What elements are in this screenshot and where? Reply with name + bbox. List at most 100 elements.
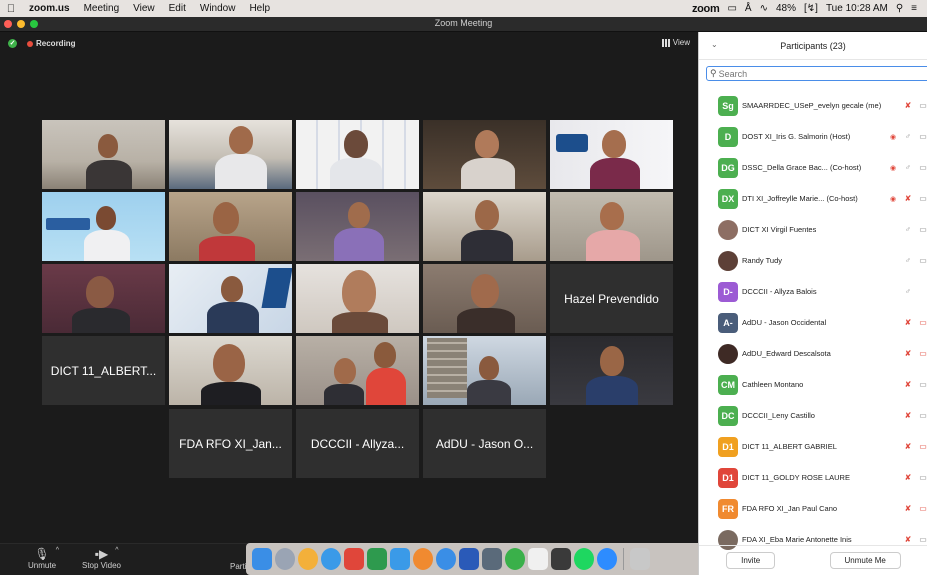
- launcher-icon[interactable]: [390, 548, 410, 570]
- menu-edit[interactable]: Edit: [162, 3, 193, 14]
- video-camera-icon: ▭: [919, 225, 927, 234]
- participant-row[interactable]: D- DCCCII - Allyza Balois ♂: [699, 276, 927, 307]
- zoom-app-icon[interactable]: [597, 548, 617, 570]
- avatar: D1: [718, 467, 738, 488]
- participant-status-icons: ◉ ♂ ▭: [888, 152, 927, 183]
- participant-row[interactable]: FR FDA RFO XI_Jan Paul Cano ✘ ▭: [699, 493, 927, 524]
- messages-icon[interactable]: [505, 548, 525, 570]
- participant-row[interactable]: Randy Tudy ♂ ▭: [699, 245, 927, 276]
- clock[interactable]: Tue 10:28 AM: [822, 3, 892, 14]
- video-tile[interactable]: [423, 264, 546, 333]
- stop-video-button[interactable]: ▪▶ ^ Stop Video: [82, 547, 121, 570]
- participant-name: DTI XI_Joffreylle Marie... (Co-host): [742, 194, 858, 203]
- video-tile-name-only[interactable]: Hazel Prevendido: [550, 264, 673, 333]
- video-tile[interactable]: [169, 192, 292, 261]
- search-input[interactable]: [718, 68, 909, 79]
- spotlight-search-icon[interactable]: ⚲: [892, 3, 907, 14]
- battery-icon[interactable]: [↯]: [800, 3, 822, 14]
- chevron-up-icon[interactable]: ^: [56, 547, 59, 554]
- word-icon[interactable]: [459, 548, 479, 570]
- launchpad-icon[interactable]: [275, 548, 295, 570]
- video-tile[interactable]: [169, 120, 292, 189]
- photos-icon[interactable]: [298, 548, 318, 570]
- preview-icon[interactable]: [482, 548, 502, 570]
- participant-row[interactable]: D1 DICT 11_GOLDY ROSE LAURE ✘ ▭: [699, 462, 927, 493]
- menu-help[interactable]: Help: [242, 3, 277, 14]
- video-tile[interactable]: [423, 192, 546, 261]
- video-tile[interactable]: [550, 336, 673, 405]
- video-tile[interactable]: [550, 192, 673, 261]
- participant-row[interactable]: DICT XI Virgil Fuentes ♂ ▭: [699, 214, 927, 245]
- video-tile-name-only[interactable]: DICT 11_ALBERT...: [42, 336, 165, 405]
- participant-row[interactable]: A- AdDU - Jason Occidental ✘ ▭: [699, 307, 927, 338]
- video-tile[interactable]: [423, 336, 546, 405]
- video-camera-icon: ▭: [919, 132, 927, 141]
- powerpoint-icon[interactable]: [344, 548, 364, 570]
- spotlight-indicator-icon: ◉: [889, 195, 897, 203]
- muted-microphone-icon: 🎙 ^: [34, 547, 59, 561]
- safari-icon[interactable]: [436, 548, 456, 570]
- microphone-icon: ♂: [905, 163, 911, 172]
- notes-icon[interactable]: [528, 548, 548, 570]
- wifi-icon[interactable]: ∿: [756, 3, 772, 14]
- apple-icon[interactable]: : [0, 3, 22, 15]
- participants-search[interactable]: ⚲: [706, 66, 927, 81]
- video-tile-name-only[interactable]: AdDU - Jason O...: [423, 409, 546, 478]
- video-camera-icon: ▪▶ ^: [94, 547, 119, 561]
- participant-row[interactable]: DC DCCCII_Leny Castillo ✘ ▭: [699, 400, 927, 431]
- stop-video-label: Stop Video: [82, 561, 121, 570]
- spotify-icon[interactable]: [574, 548, 594, 570]
- video-tile[interactable]: [169, 264, 292, 333]
- trash-icon[interactable]: [630, 548, 650, 570]
- participant-row[interactable]: DX DTI XI_Joffreylle Marie... (Co-host) ◉ ✘…: [699, 183, 927, 214]
- recording-indicator[interactable]: ✓ Recording: [8, 39, 76, 48]
- video-tile[interactable]: [296, 192, 419, 261]
- participant-row[interactable]: AdDU_Edward Descalsota ✘ ▭: [699, 338, 927, 369]
- bluetooth-icon[interactable]: Å: [741, 3, 756, 14]
- video-tile[interactable]: [169, 336, 292, 405]
- view-button[interactable]: View: [661, 38, 690, 47]
- video-tile[interactable]: [296, 336, 419, 405]
- participant-row[interactable]: D1 DICT 11_ALBERT GABRIEL ✘ ▭: [699, 431, 927, 462]
- video-tile-name-only[interactable]: DCCCII - Allyza...: [296, 409, 419, 478]
- participant-status-icons: ✘ ▭: [903, 400, 927, 431]
- outlook-icon[interactable]: [413, 548, 433, 570]
- participants-list: Sg SMAARRDEC_USeP_evelyn gecale (me) ✘ ▭ D DO…: [699, 90, 927, 555]
- participants-button[interactable]: Parti: [230, 562, 246, 571]
- finder-icon[interactable]: [252, 548, 272, 570]
- excel-icon[interactable]: [367, 548, 387, 570]
- control-center-icon[interactable]: ≡: [907, 3, 921, 14]
- unmute-me-button[interactable]: Unmute Me: [829, 552, 901, 569]
- onenote-icon[interactable]: [551, 548, 571, 570]
- zoom-status-icon[interactable]: zoom: [688, 3, 724, 15]
- video-tile[interactable]: [42, 120, 165, 189]
- chevron-up-icon[interactable]: ^: [115, 547, 118, 554]
- unmute-button[interactable]: 🎙 ^ Unmute: [28, 547, 59, 570]
- menu-app-zoom[interactable]: zoom.us: [22, 3, 77, 14]
- video-tile[interactable]: [42, 192, 165, 261]
- video-tile-active-speaker[interactable]: [423, 120, 546, 189]
- security-shield-icon[interactable]: ✓: [8, 39, 17, 48]
- participant-row[interactable]: Sg SMAARRDEC_USeP_evelyn gecale (me) ✘ ▭: [699, 90, 927, 121]
- menu-meeting[interactable]: Meeting: [77, 3, 127, 14]
- video-tile-name-only[interactable]: FDA RFO XI_Jan...: [169, 409, 292, 478]
- video-tile[interactable]: [296, 120, 419, 189]
- search-icon: ⚲: [710, 68, 717, 78]
- battery-percent[interactable]: 48%: [772, 3, 800, 14]
- app-store-icon[interactable]: [321, 548, 341, 570]
- video-tile[interactable]: [42, 264, 165, 333]
- video-tile[interactable]: [296, 264, 419, 333]
- video-tile[interactable]: [550, 120, 673, 189]
- collapse-chevron-icon[interactable]: ⌄: [711, 40, 718, 49]
- avatar: DX: [718, 188, 738, 209]
- video-camera-icon: ▭: [919, 256, 927, 265]
- participant-row[interactable]: D DOST XI_Iris G. Salmorin (Host) ◉ ♂ ▭: [699, 121, 927, 152]
- invite-button[interactable]: Invite: [726, 552, 776, 569]
- participants-title: Participants (23): [780, 40, 846, 51]
- participant-row[interactable]: CM Cathleen Montano ✘ ▭: [699, 369, 927, 400]
- muted-microphone-icon: ✘: [904, 535, 912, 544]
- participant-row[interactable]: DG DSSC_Della Grace Bac... (Co-host) ◉ ♂ ▭: [699, 152, 927, 183]
- menu-window[interactable]: Window: [193, 3, 243, 14]
- menu-view[interactable]: View: [126, 3, 162, 14]
- screen-share-icon[interactable]: ▭: [723, 3, 740, 14]
